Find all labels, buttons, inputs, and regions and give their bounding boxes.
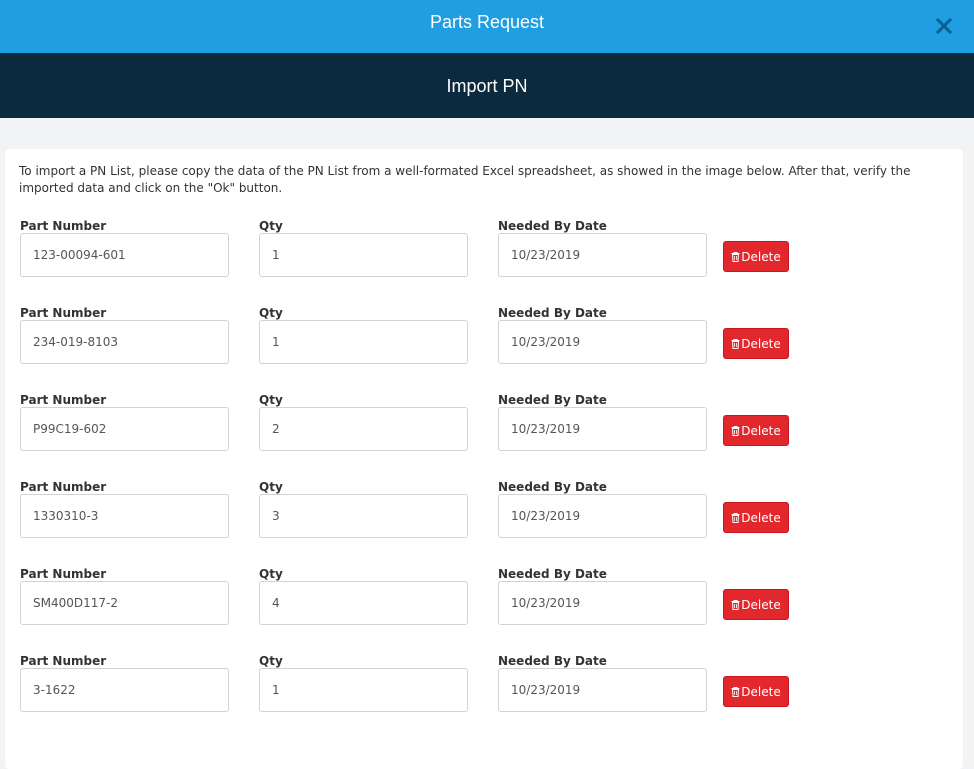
needed-by-date-label: Needed By Date [498, 219, 607, 233]
qty-input[interactable] [259, 494, 468, 538]
part-number-input[interactable] [20, 407, 229, 451]
delete-label: Delete [741, 423, 781, 438]
delete-button[interactable]: Delete [723, 328, 789, 359]
pn-row: Part Number Qty Needed By Date Delete [5, 219, 963, 306]
needed-by-date-input[interactable] [498, 668, 707, 712]
trash-icon [731, 425, 740, 436]
qty-input[interactable] [259, 320, 468, 364]
instructions-text: To import a PN List, please copy the dat… [19, 164, 911, 195]
pn-row: Part Number Qty Needed By Date Delete [5, 654, 963, 741]
part-number-label: Part Number [20, 480, 107, 494]
part-number-label: Part Number [20, 393, 107, 407]
close-icon [935, 17, 953, 35]
part-number-label: Part Number [20, 567, 107, 581]
qty-label: Qty [259, 393, 283, 407]
trash-icon [731, 512, 740, 523]
needed-by-date-label: Needed By Date [498, 393, 607, 407]
modal-title: Parts Request [429, 12, 545, 32]
import-header: Import PN [0, 53, 974, 118]
delete-button[interactable]: Delete [723, 502, 789, 533]
trash-icon [731, 686, 740, 697]
delete-button[interactable]: Delete [723, 241, 789, 272]
import-title: Import PN [446, 76, 528, 96]
qty-input[interactable] [259, 233, 468, 277]
needed-by-date-label: Needed By Date [498, 654, 607, 668]
part-number-label: Part Number [20, 654, 107, 668]
part-number-label: Part Number [20, 219, 107, 233]
needed-by-date-input[interactable] [498, 581, 707, 625]
part-number-input[interactable] [20, 668, 229, 712]
pn-row: Part Number Qty Needed By Date Delete [5, 306, 963, 393]
delete-label: Delete [741, 684, 781, 699]
qty-input[interactable] [259, 407, 468, 451]
needed-by-date-input[interactable] [498, 494, 707, 538]
needed-by-date-input[interactable] [498, 320, 707, 364]
part-number-input[interactable] [20, 233, 229, 277]
pn-row: Part Number Qty Needed By Date Delete [5, 567, 963, 654]
needed-by-date-label: Needed By Date [498, 567, 607, 581]
delete-button[interactable]: Delete [723, 415, 789, 446]
delete-button[interactable]: Delete [723, 676, 789, 707]
part-number-input[interactable] [20, 494, 229, 538]
qty-label: Qty [259, 219, 283, 233]
qty-input[interactable] [259, 668, 468, 712]
part-number-input[interactable] [20, 581, 229, 625]
needed-by-date-label: Needed By Date [498, 306, 607, 320]
trash-icon [731, 251, 740, 262]
modal-header: Parts Request [0, 0, 974, 53]
qty-label: Qty [259, 654, 283, 668]
delete-label: Delete [741, 597, 781, 612]
trash-icon [731, 599, 740, 610]
needed-by-date-input[interactable] [498, 233, 707, 277]
delete-label: Delete [741, 249, 781, 264]
delete-label: Delete [741, 510, 781, 525]
qty-label: Qty [259, 567, 283, 581]
needed-by-date-input[interactable] [498, 407, 707, 451]
trash-icon [731, 338, 740, 349]
qty-label: Qty [259, 306, 283, 320]
qty-label: Qty [259, 480, 283, 494]
close-button[interactable] [934, 15, 954, 37]
part-number-input[interactable] [20, 320, 229, 364]
qty-input[interactable] [259, 581, 468, 625]
delete-label: Delete [741, 336, 781, 351]
pn-row: Part Number Qty Needed By Date Delete [5, 480, 963, 567]
pn-row: Part Number Qty Needed By Date Delete [5, 393, 963, 480]
import-card: To import a PN List, please copy the dat… [5, 149, 963, 769]
part-number-label: Part Number [20, 306, 107, 320]
needed-by-date-label: Needed By Date [498, 480, 607, 494]
delete-button[interactable]: Delete [723, 589, 789, 620]
